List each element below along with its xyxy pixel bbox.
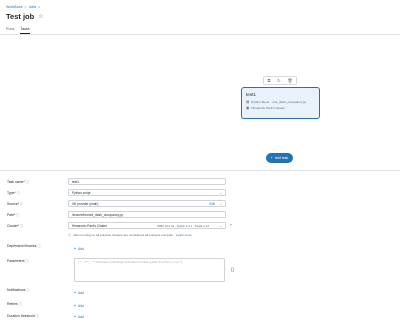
plus-icon: + (74, 315, 76, 319)
task-node-cluster: ▣ Himanshu Pant's Cluster (246, 106, 315, 110)
task-node-cluster-text: Himanshu Pant's Cluster (251, 106, 286, 110)
dependent-libraries-row: Dependent libraries ⓘ (7, 242, 397, 250)
info-icon: ⓘ (25, 180, 29, 184)
delete-icon[interactable]: 🗑 (287, 78, 292, 83)
plus-icon: + (270, 156, 273, 160)
plus-icon: + (74, 247, 76, 251)
source-value: Git provider (main) (72, 202, 99, 206)
info-icon: ⓘ (20, 224, 24, 228)
chevron-down-icon: ⌄ (219, 223, 222, 228)
add-notification-button[interactable]: + Add (74, 291, 84, 295)
page-title: Test job (6, 12, 35, 21)
dependent-libraries-label: Dependent libraries ⓘ (7, 244, 41, 248)
node-toolbar: ⧉ ↻ 🗑 (263, 76, 297, 85)
info-icon: ⓘ (25, 259, 29, 263)
add-label: Add (77, 291, 84, 295)
notifications-row: Notifications ⓘ (7, 286, 397, 294)
add-label: Add (77, 247, 84, 251)
plus-icon: + (74, 304, 76, 308)
breadcrumb-workflows[interactable]: Workflows (6, 5, 23, 9)
add-duration-threshold-button[interactable]: + Add (74, 315, 84, 319)
duration-threshold-label: Duration threshold ⓘ (7, 314, 39, 318)
parameters-input[interactable]: ["--f", "/Volumes/catalog/schema/volume/… (74, 258, 225, 282)
dag-canvas[interactable] (0, 35, 400, 170)
add-task-button[interactable]: + Add task (266, 153, 293, 163)
star-icon[interactable]: ☆ (38, 14, 43, 20)
tab-runs[interactable]: Runs (6, 27, 14, 34)
path-input[interactable]: /bronze/bronze_dash_occupancy.py (68, 211, 226, 218)
info-icon: ⓘ (35, 314, 39, 318)
info-icon: ⓘ (16, 191, 20, 195)
info-icon: ⓘ (16, 213, 20, 217)
task-name-label: Task name* ⓘ (7, 180, 29, 184)
refresh-icon[interactable]: ↻ (277, 78, 280, 83)
parameters-label: Parameters ⓘ (7, 259, 29, 263)
retries-row: Retries ⓘ (7, 300, 397, 308)
source-select[interactable]: Git provider (main) Edit ⌄ (68, 200, 226, 207)
type-label: Type* ⓘ (7, 191, 20, 195)
add-label: Add (77, 304, 84, 308)
info-icon: ⓘ (26, 288, 30, 292)
tab-tasks[interactable]: Tasks (20, 27, 30, 34)
external-link-icon[interactable]: ↗ (229, 223, 232, 227)
copy-icon[interactable]: ⧉ (267, 78, 270, 83)
divider (0, 170, 400, 171)
breadcrumb-separator: > (24, 5, 27, 9)
cluster-hint-text: Jobs running on all-purpose clusters are… (73, 232, 174, 237)
source-label: Source* ⓘ (7, 202, 24, 206)
task-name-input[interactable]: test1 (68, 178, 226, 185)
plus-icon: + (74, 291, 76, 295)
breadcrumb-separator: > (38, 5, 41, 9)
learn-more-link[interactable]: Learn more (176, 233, 192, 237)
add-label: Add (77, 315, 84, 319)
info-icon: ⓘ (68, 233, 72, 237)
notifications-label: Notifications ⓘ (7, 288, 30, 292)
task-node-source-text: Python file at ...ces_dash_occupancy.py (251, 100, 307, 104)
retries-label: Retries ⓘ (7, 302, 22, 306)
cluster-spec: DBR 13.3 lts · Spark 3.4.1 · Scala 2.12 (157, 224, 209, 228)
code-braces-icon[interactable]: {} (231, 267, 234, 272)
chevron-down-icon: ⌄ (219, 190, 222, 195)
type-value: Python script (72, 191, 91, 195)
path-label: Path* ⓘ (7, 213, 20, 217)
cluster-hint: ⓘ Jobs running on all-purpose clusters a… (68, 232, 192, 238)
cluster-label: Cluster* ⓘ (7, 224, 24, 228)
job-page: Workflows > Jobs > Test job ☆ Runs Tasks… (0, 0, 400, 330)
chevron-down-icon: ⌄ (219, 201, 222, 206)
source-edit-link[interactable]: Edit (210, 202, 216, 206)
breadcrumb-jobs[interactable]: Jobs (29, 5, 37, 9)
task-node[interactable]: test1 ▤ Python file at ...ces_dash_occup… (241, 87, 320, 119)
cluster-icon: ▣ (246, 106, 250, 110)
cluster-value: Himanshu Pant's Cluster (72, 224, 107, 228)
file-icon: ▤ (246, 100, 250, 104)
task-node-title: test1 (246, 92, 256, 97)
info-icon: ⓘ (37, 244, 41, 248)
task-node-source: ▤ Python file at ...ces_dash_occupancy.p… (246, 100, 315, 104)
type-select[interactable]: Python script ⌄ (68, 189, 226, 196)
duration-threshold-row: Duration threshold ⓘ (7, 312, 397, 320)
info-icon: ⓘ (18, 302, 22, 306)
cluster-select[interactable]: Himanshu Pant's Cluster DBR 13.3 lts · S… (68, 222, 226, 229)
add-library-button[interactable]: + Add (74, 247, 84, 251)
breadcrumb: Workflows > Jobs > (6, 5, 40, 9)
add-task-label: Add task (274, 156, 289, 160)
title-row: Test job ☆ (6, 12, 44, 21)
add-retry-button[interactable]: + Add (74, 304, 84, 308)
tab-bar: Runs Tasks (6, 27, 30, 34)
info-icon: ⓘ (20, 202, 24, 206)
